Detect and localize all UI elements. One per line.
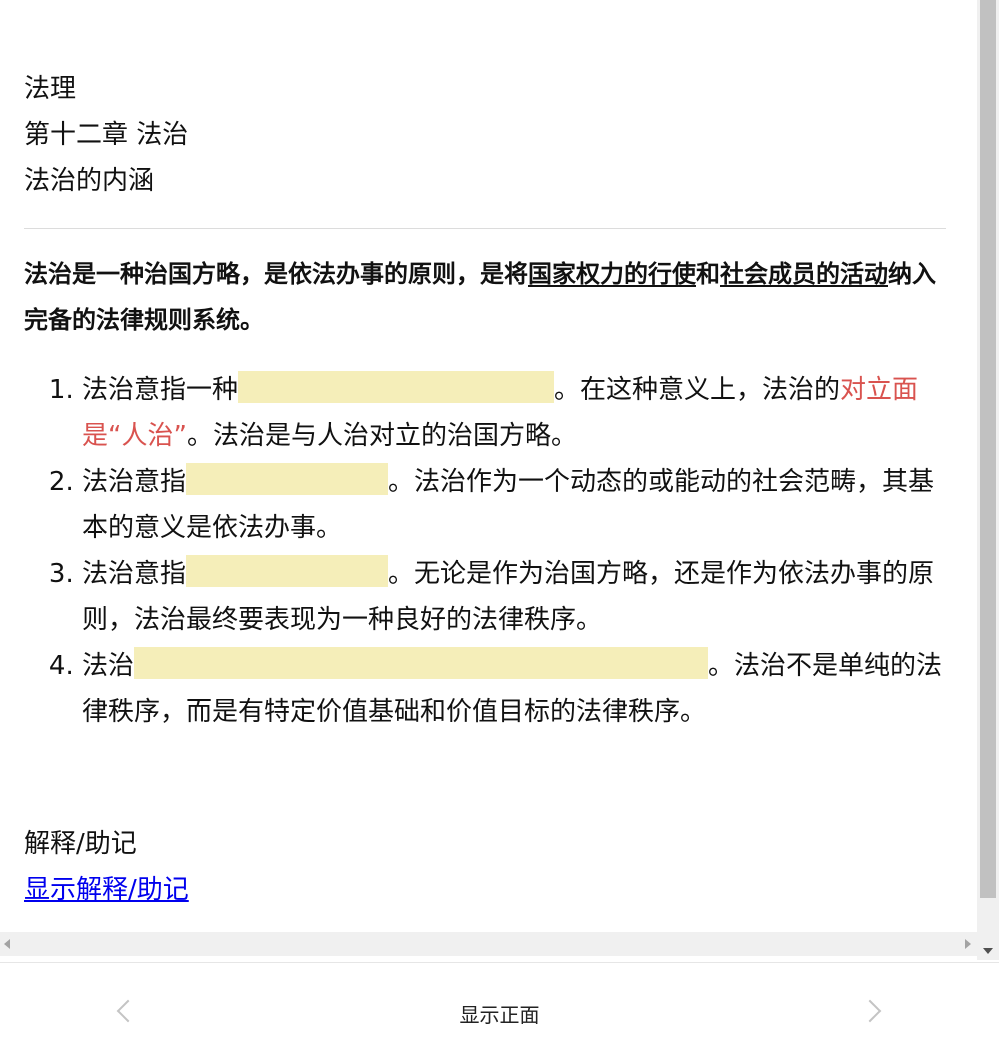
show-extra-link[interactable]: 显示解释/助记 [24, 867, 189, 913]
cloze-blank-1[interactable] [238, 371, 555, 403]
lead-underline-state-power: 国家权力的行使 [528, 260, 696, 288]
list-item: 法治意指。无论是作为治国方略，还是作为依法办事的原则，法治最终要表现为一种良好的… [82, 551, 946, 643]
lead-text-2: 和 [696, 260, 720, 288]
point-3-prefix: 法治意指 [82, 559, 187, 589]
cloze-blank-4[interactable] [134, 647, 709, 679]
lead-statement: 法治是一种治国方略，是依法办事的原则，是将国家权力的行使和社会成员的活动纳入完备… [24, 251, 946, 343]
extra-field-label: 解释/助记 [24, 829, 137, 859]
list-item: 法治意指。法治作为一个动态的或能动的社会范畴，其基本的意义是依法办事。 [82, 459, 946, 551]
scrollbar-thumb[interactable] [980, 0, 996, 898]
point-1-tail: 。法治是与人治对立的治国方略。 [186, 421, 577, 451]
point-1-prefix: 法治意指一种 [82, 375, 239, 405]
bottom-toolbar: 显示正面 [0, 962, 999, 1061]
list-item: 法治。法治不是单纯的法律秩序，而是有特定价值基础和价值目标的法律秩序。 [82, 643, 946, 735]
lead-underline-social-members: 社会成员的活动 [720, 260, 888, 288]
scroll-right-arrow-icon[interactable] [965, 939, 971, 949]
scroll-left-arrow-icon[interactable] [4, 939, 10, 949]
cloze-blank-2[interactable] [186, 463, 389, 495]
cloze-blank-3[interactable] [186, 555, 389, 587]
scroll-down-arrow-icon[interactable] [983, 948, 993, 954]
horizontal-scrollbar[interactable] [0, 932, 977, 956]
vertical-scrollbar[interactable] [977, 0, 999, 960]
point-2-prefix: 法治意指 [82, 467, 187, 497]
show-front-label: 显示正面 [459, 1003, 540, 1027]
card-viewport: 法理 第十二章 法治 法治的内涵 法治是一种治国方略，是依法办事的原则，是将国家… [0, 0, 977, 932]
section-title: 法治的内涵 [24, 166, 155, 196]
meaning-list: 法治意指一种。在这种意义上，法治的对立面是“人治”。法治是与人治对立的治国方略。… [24, 367, 946, 735]
list-item: 法治意指一种。在这种意义上，法治的对立面是“人治”。法治是与人治对立的治国方略。 [82, 367, 946, 459]
flashcard: 法理 第十二章 法治 法治的内涵 法治是一种治国方略，是依法办事的原则，是将国家… [24, 66, 946, 913]
point-4-prefix: 法治 [82, 651, 135, 681]
divider [24, 228, 946, 229]
show-front-button[interactable]: 显示正面 [0, 1001, 999, 1029]
lead-text-1: 法治是一种治国方略，是依法办事的原则，是将 [24, 260, 528, 288]
chapter-title: 第十二章 法治 [24, 120, 189, 150]
point-1-suffix: 。在这种意义上，法治的 [554, 375, 841, 405]
deck-name: 法理 [24, 74, 77, 104]
